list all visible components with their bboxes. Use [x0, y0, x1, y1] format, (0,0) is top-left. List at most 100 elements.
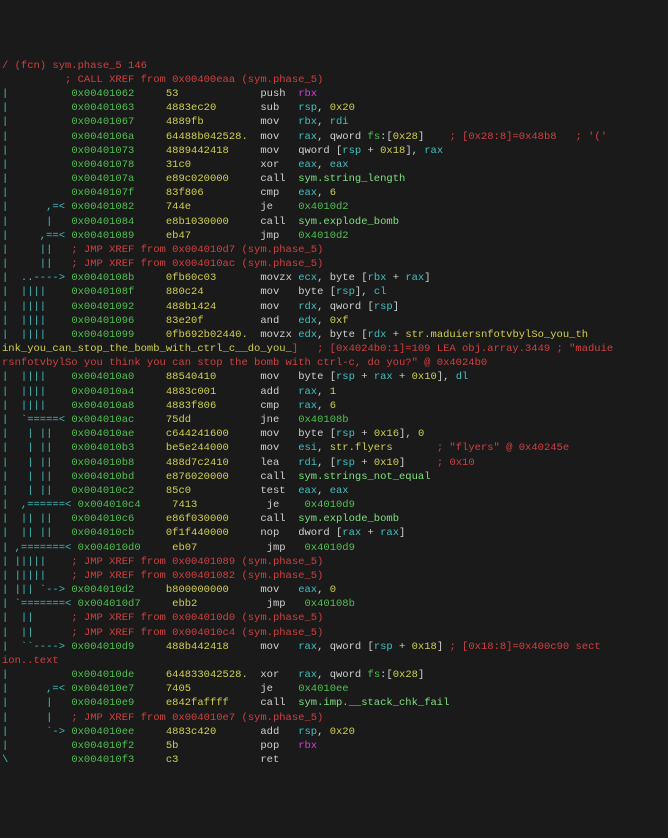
- address: 0x004010a8: [71, 400, 134, 412]
- instruction-line: | ,=< 0x004010e7 7405 je 0x4010ee: [2, 682, 666, 696]
- address: 0x004010d7: [78, 598, 141, 610]
- address: 0x004010de: [71, 669, 134, 681]
- address: 0x004010ac: [71, 414, 134, 426]
- bytes: e8b1030000: [166, 216, 254, 228]
- xref-line: | || ; JMP XREF from 0x004010d0 (sym.pha…: [2, 611, 666, 625]
- bytes: 4883c420: [166, 726, 254, 738]
- instruction-line: | `-> 0x004010ee 4883c420 add rsp, 0x20: [2, 725, 666, 739]
- xref-line: | || ; JMP XREF from 0x004010d7 (sym.pha…: [2, 243, 666, 257]
- wrapped-comment: rsnfotvbylSo you think you can stop the …: [2, 356, 666, 370]
- mnemonic: test: [260, 485, 298, 497]
- mnemonic: xor: [260, 669, 298, 681]
- mnemonic: jne: [260, 414, 298, 426]
- instruction-line: | 0x004010f2 5b pop rbx: [2, 739, 666, 753]
- address: 0x004010d0: [78, 542, 141, 554]
- mnemonic: mov: [260, 301, 298, 313]
- mnemonic: push: [260, 88, 298, 100]
- mnemonic: nop: [260, 527, 298, 539]
- instruction-line: | 0x0040107a e89c020000 call sym.string_…: [2, 172, 666, 186]
- bytes: 7413: [172, 499, 260, 511]
- mnemonic: je: [260, 201, 298, 213]
- instruction-line: \ 0x004010f3 c3 ret: [2, 753, 666, 767]
- mnemonic: mov: [260, 145, 298, 157]
- wrapped-comment: ion..text: [2, 654, 666, 668]
- address: 0x00401082: [71, 201, 134, 213]
- instruction-line: | ||| `--> 0x004010d2 b800000000 mov eax…: [2, 583, 666, 597]
- address: 0x004010f2: [71, 740, 134, 752]
- mnemonic: je: [267, 499, 305, 511]
- address: 0x004010b3: [71, 442, 134, 454]
- address: 0x0040108b: [71, 272, 134, 284]
- mnemonic: movzx: [260, 329, 298, 341]
- mnemonic: mov: [260, 286, 298, 298]
- bytes: 488d7c2410: [166, 457, 254, 469]
- bytes: 83f806: [166, 187, 254, 199]
- address: 0x004010ae: [71, 428, 134, 440]
- mnemonic: mov: [260, 428, 298, 440]
- instruction-line: | ,==< 0x00401089 eb47 jmp 0x4010d2: [2, 229, 666, 243]
- instruction-line: | 0x00401073 4889442418 mov qword [rsp +…: [2, 144, 666, 158]
- address: 0x004010cb: [71, 527, 134, 539]
- address: 0x004010b8: [71, 457, 134, 469]
- bytes: 744e: [166, 201, 254, 213]
- bytes: b800000000: [166, 584, 254, 596]
- bytes: 4883ec20: [166, 102, 254, 114]
- instruction-line: | | || 0x004010bd e876020000 call sym.st…: [2, 470, 666, 484]
- instruction-line: | | 0x004010e9 e842faffff call sym.imp._…: [2, 696, 666, 710]
- bytes: 31c0: [166, 159, 254, 171]
- bytes: c3: [166, 754, 254, 766]
- instruction-line: | 0x00401067 4889fb mov rbx, rdi: [2, 115, 666, 129]
- instruction-line: | |||| 0x00401096 83e20f and edx, 0xf: [2, 314, 666, 328]
- mnemonic: call: [260, 173, 298, 185]
- bytes: eb07: [172, 542, 260, 554]
- bytes: 83e20f: [166, 315, 254, 327]
- instruction-line: | ,=======< 0x004010d0 eb07 jmp 0x4010d9: [2, 541, 666, 555]
- instruction-line: | ..----> 0x0040108b 0fb60c03 movzx ecx,…: [2, 271, 666, 285]
- mnemonic: add: [260, 386, 298, 398]
- bytes: 7405: [166, 683, 254, 695]
- instruction-line: | | || 0x004010b8 488d7c2410 lea rdi, [r…: [2, 456, 666, 470]
- mnemonic: jmp: [260, 230, 298, 242]
- mnemonic: jmp: [267, 542, 305, 554]
- bytes: 644833042528.: [166, 669, 254, 681]
- bytes: 53: [166, 88, 254, 100]
- mnemonic: movzx: [260, 272, 298, 284]
- bytes: c644241600: [166, 428, 254, 440]
- comment: ; [0x18:8]=0x400c90 sect: [443, 641, 601, 653]
- bytes: 4883f806: [166, 400, 254, 412]
- address: 0x004010bd: [71, 471, 134, 483]
- instruction-line: | 0x00401078 31c0 xor eax, eax: [2, 158, 666, 172]
- bytes: e876020000: [166, 471, 254, 483]
- address: 0x004010f3: [71, 754, 134, 766]
- instruction-line: | 0x00401063 4883ec20 sub rsp, 0x20: [2, 101, 666, 115]
- instruction-line: | 0x004010de 644833042528. xor rax, qwor…: [2, 668, 666, 682]
- xref-line: | | ; JMP XREF from 0x004010e7 (sym.phas…: [2, 711, 666, 725]
- disassembly-listing: / (fcn) sym.phase_5 146 ; CALL XREF from…: [2, 59, 666, 768]
- instruction-line: | |||| 0x00401092 488b1424 mov rdx, qwor…: [2, 300, 666, 314]
- address: 0x00401067: [71, 116, 134, 128]
- bytes: 488b442418: [166, 641, 254, 653]
- address: 0x004010d9: [71, 641, 134, 653]
- mnemonic: xor: [260, 159, 298, 171]
- mnemonic: call: [260, 513, 298, 525]
- xref-line: | ||||| ; JMP XREF from 0x00401089 (sym.…: [2, 555, 666, 569]
- bytes: 85c0: [166, 485, 254, 497]
- address: 0x0040106a: [71, 131, 134, 143]
- address: 0x00401073: [71, 145, 134, 157]
- mnemonic: mov: [260, 641, 298, 653]
- bytes: 75dd: [166, 414, 254, 426]
- instruction-line: | 0x0040107f 83f806 cmp eax, 6: [2, 186, 666, 200]
- instruction-line: | | 0x00401084 e8b1030000 call sym.explo…: [2, 215, 666, 229]
- instruction-line: | 0x00401062 53 push rbx: [2, 87, 666, 101]
- instruction-line: | |||| 0x0040108f 880c24 mov byte [rsp],…: [2, 285, 666, 299]
- instruction-line: | `=======< 0x004010d7 ebb2 jmp 0x40108b: [2, 597, 666, 611]
- address: 0x0040108f: [71, 286, 134, 298]
- mnemonic: sub: [260, 102, 298, 114]
- mnemonic: je: [260, 683, 298, 695]
- address: 0x00401096: [71, 315, 134, 327]
- instruction-line: | || || 0x004010cb 0f1f440000 nop dword …: [2, 526, 666, 540]
- mnemonic: add: [260, 726, 298, 738]
- instruction-line: | |||| 0x004010a0 88540410 mov byte [rsp…: [2, 370, 666, 384]
- mnemonic: mov: [260, 371, 298, 383]
- bytes: e89c020000: [166, 173, 254, 185]
